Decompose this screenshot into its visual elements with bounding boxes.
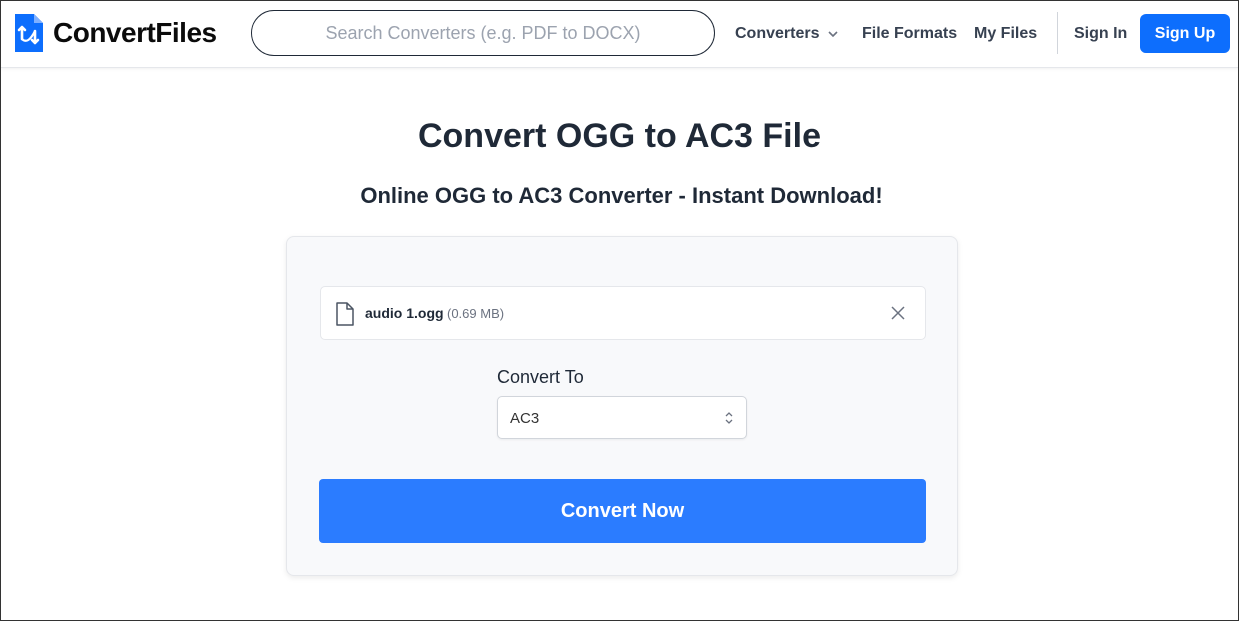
search-input[interactable] bbox=[251, 10, 715, 56]
file-size: (0.69 MB) bbox=[447, 306, 505, 321]
nav-converters-label: Converters bbox=[735, 25, 820, 42]
chevron-down-icon bbox=[828, 31, 839, 38]
site-header: ConvertFiles Converters File Formats My … bbox=[0, 0, 1239, 68]
selected-format: AC3 bbox=[510, 410, 540, 427]
close-icon[interactable] bbox=[891, 306, 905, 320]
page-subtitle: Online OGG to AC3 Converter - Instant Do… bbox=[360, 183, 883, 208]
sign-in-link[interactable]: Sign In bbox=[1074, 0, 1127, 68]
file-icon bbox=[336, 302, 354, 326]
document-convert-logo-icon bbox=[15, 14, 43, 52]
nav-file-formats-link[interactable]: File Formats bbox=[862, 0, 957, 68]
file-name: audio 1.ogg bbox=[365, 305, 444, 321]
brand-name: ConvertFiles bbox=[53, 17, 217, 48]
up-down-arrows-icon bbox=[725, 412, 733, 424]
nav-divider bbox=[1057, 12, 1058, 54]
brand-logo[interactable]: ConvertFiles bbox=[13, 12, 217, 54]
convert-now-button[interactable]: Convert Now bbox=[319, 479, 926, 543]
page-title: Convert OGG to AC3 File bbox=[417, 117, 821, 155]
nav-converters-menu[interactable]: Converters bbox=[735, 0, 839, 68]
converter-card: audio 1.ogg (0.69 MB) Convert To AC3 Con… bbox=[286, 236, 958, 576]
uploaded-file-row: audio 1.ogg (0.69 MB) bbox=[320, 286, 926, 340]
sign-up-button[interactable]: Sign Up bbox=[1140, 14, 1230, 53]
convert-to-label: Convert To bbox=[497, 367, 584, 387]
format-select[interactable]: AC3 bbox=[497, 396, 747, 439]
nav-my-files-link[interactable]: My Files bbox=[974, 0, 1037, 68]
